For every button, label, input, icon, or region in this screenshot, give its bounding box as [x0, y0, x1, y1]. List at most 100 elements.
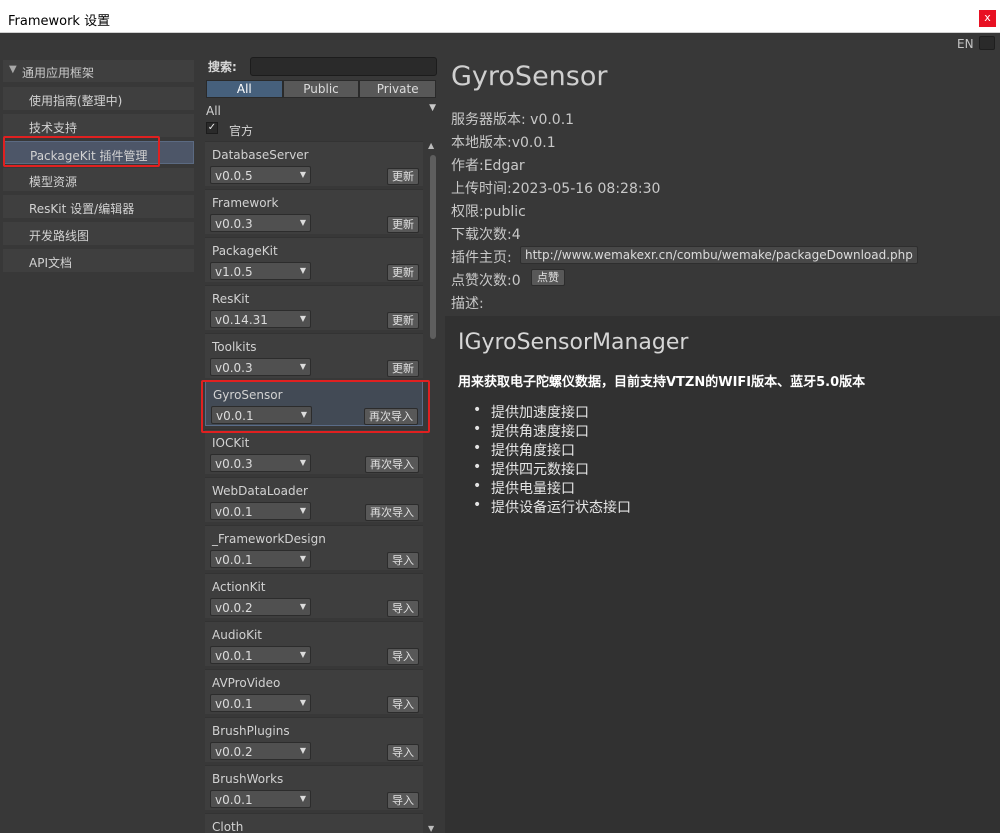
package-item[interactable]: DatabaseServer v0.0.5 ▼ 更新 [205, 141, 423, 186]
category-dropdown[interactable]: All ▼ [206, 103, 438, 119]
package-action-button[interactable]: 导入 [387, 552, 419, 569]
package-action-button[interactable]: 导入 [387, 648, 419, 665]
scroll-up-arrow-icon[interactable]: ▲ [428, 141, 434, 150]
dropdown-arrow-icon: ▼ [299, 362, 306, 371]
version-value: v0.0.1 [215, 553, 253, 567]
version-dropdown[interactable]: v0.0.3 ▼ [210, 454, 311, 472]
dropdown-arrow-icon: ▼ [299, 170, 306, 179]
package-item[interactable]: ResKit v0.14.31 ▼ 更新 [205, 285, 423, 330]
nav-item-support[interactable]: 技术支持 [3, 114, 194, 137]
access: 权限:public [451, 204, 526, 220]
package-name: ResKit [212, 292, 250, 306]
tab-private[interactable]: Private [359, 80, 437, 98]
package-action-button[interactable]: 更新 [387, 360, 419, 377]
version-dropdown[interactable]: v0.0.1 ▼ [210, 502, 311, 520]
package-name: IOCKit [212, 436, 250, 450]
nav-item-guide[interactable]: 使用指南(整理中) [3, 87, 194, 110]
package-item[interactable]: Framework v0.0.3 ▼ 更新 [205, 189, 423, 234]
package-item[interactable]: PackageKit v1.0.5 ▼ 更新 [205, 237, 423, 282]
nav-group-label: 通用应用框架 [22, 66, 95, 80]
nav-item-api-docs[interactable]: API文档 [3, 249, 194, 272]
list-item: 提供加速度接口 [473, 402, 631, 421]
package-name: PackageKit [212, 244, 278, 258]
official-checkbox[interactable]: ✓ [206, 122, 218, 134]
version-dropdown[interactable]: v0.0.2 ▼ [210, 598, 311, 616]
dropdown-arrow-icon: ▼ [429, 103, 436, 113]
version-dropdown[interactable]: v0.0.5 ▼ [210, 166, 311, 184]
package-item[interactable]: AudioKit v0.0.1 ▼ 导入 [205, 621, 423, 666]
nav-item-label: API文档 [29, 256, 72, 270]
homepage-link[interactable]: http://www.wemakexr.cn/combu/wemake/pack… [520, 246, 918, 264]
like-button[interactable]: 点赞 [531, 269, 565, 286]
nav-item-models[interactable]: 模型资源 [3, 168, 194, 191]
homepage-label: 插件主页: [451, 250, 512, 266]
dropdown-arrow-icon: ▼ [299, 554, 306, 563]
description-label: 描述: [451, 296, 484, 312]
package-action-button[interactable]: 更新 [387, 216, 419, 233]
nav-item-label: 开发路线图 [29, 229, 90, 243]
tab-all[interactable]: All [206, 80, 283, 98]
package-item[interactable]: Toolkits v0.0.3 ▼ 更新 [205, 333, 423, 378]
list-item: 提供角速度接口 [473, 421, 631, 440]
package-list-scrollbar[interactable]: ▲ ▼ [428, 141, 438, 833]
package-action-button[interactable]: 再次导入 [365, 504, 419, 521]
dropdown-arrow-icon: ▼ [299, 266, 306, 275]
list-item: 提供电量接口 [473, 478, 631, 497]
search-label: 搜索: [208, 60, 237, 74]
highlight-box-package [201, 380, 430, 433]
likes-count: 点赞次数:0 [451, 273, 521, 289]
package-action-button[interactable]: 更新 [387, 168, 419, 185]
version-dropdown[interactable]: v0.0.3 ▼ [210, 214, 311, 232]
nav-item-roadmap[interactable]: 开发路线图 [3, 222, 194, 245]
package-item[interactable]: _FrameworkDesign v0.0.1 ▼ 导入 [205, 525, 423, 570]
package-item[interactable]: IOCKit v0.0.3 ▼ 再次导入 [205, 429, 423, 474]
package-action-button[interactable]: 更新 [387, 264, 419, 281]
package-item[interactable]: BrushPlugins v0.0.2 ▼ 导入 [205, 717, 423, 762]
version-value: v1.0.5 [215, 265, 253, 279]
version-dropdown[interactable]: v1.0.5 ▼ [210, 262, 311, 280]
close-button[interactable]: x [979, 10, 996, 27]
package-item[interactable]: AVProVideo v0.0.1 ▼ 导入 [205, 669, 423, 714]
expand-triangle-icon: ▼ [9, 64, 17, 75]
package-name: Toolkits [212, 340, 257, 354]
list-item: 提供设备运行状态接口 [473, 497, 631, 516]
version-dropdown[interactable]: v0.14.31 ▼ [210, 310, 311, 328]
version-dropdown[interactable]: v0.0.1 ▼ [210, 694, 311, 712]
dropdown-arrow-icon: ▼ [299, 458, 306, 467]
version-value: v0.0.5 [215, 169, 253, 183]
package-action-button[interactable]: 更新 [387, 312, 419, 329]
search-input[interactable] [250, 57, 437, 76]
package-name: ActionKit [212, 580, 266, 594]
package-action-button[interactable]: 导入 [387, 696, 419, 713]
package-name: BrushPlugins [212, 724, 290, 738]
language-label: EN [957, 37, 974, 51]
highlight-box-nav [3, 136, 160, 167]
package-action-button[interactable]: 导入 [387, 600, 419, 617]
nav-item-label: 模型资源 [29, 175, 78, 189]
version-dropdown[interactable]: v0.0.3 ▼ [210, 358, 311, 376]
version-dropdown[interactable]: v0.0.1 ▼ [210, 790, 311, 808]
server-version: 服务器版本: v0.0.1 [451, 112, 575, 128]
nav-item-reskit[interactable]: ResKit 设置/编辑器 [3, 195, 194, 218]
list-item: 提供角度接口 [473, 440, 631, 459]
package-action-button[interactable]: 导入 [387, 792, 419, 809]
package-action-button[interactable]: 再次导入 [365, 456, 419, 473]
scrollbar-thumb[interactable] [430, 155, 436, 339]
package-item[interactable]: ActionKit v0.0.2 ▼ 导入 [205, 573, 423, 618]
version-value: v0.0.1 [215, 697, 253, 711]
package-item[interactable]: BrushWorks v0.0.1 ▼ 导入 [205, 765, 423, 810]
left-nav: ▼ 通用应用框架 使用指南(整理中) 技术支持 PackageKit 插件管理 … [0, 56, 198, 833]
package-item[interactable]: Cloth [205, 813, 423, 833]
scroll-down-arrow-icon[interactable]: ▼ [428, 824, 434, 833]
version-dropdown[interactable]: v0.0.1 ▼ [210, 646, 311, 664]
version-dropdown[interactable]: v0.0.2 ▼ [210, 742, 311, 760]
version-dropdown[interactable]: v0.0.1 ▼ [210, 550, 311, 568]
dropdown-arrow-icon: ▼ [299, 650, 306, 659]
package-item[interactable]: WebDataLoader v0.0.1 ▼ 再次导入 [205, 477, 423, 522]
nav-group-header[interactable]: ▼ 通用应用框架 [3, 60, 194, 82]
version-value: v0.0.3 [215, 361, 253, 375]
language-toggle[interactable] [979, 36, 995, 50]
package-action-button[interactable]: 导入 [387, 744, 419, 761]
version-value: v0.0.3 [215, 217, 253, 231]
tab-public[interactable]: Public [282, 80, 360, 98]
